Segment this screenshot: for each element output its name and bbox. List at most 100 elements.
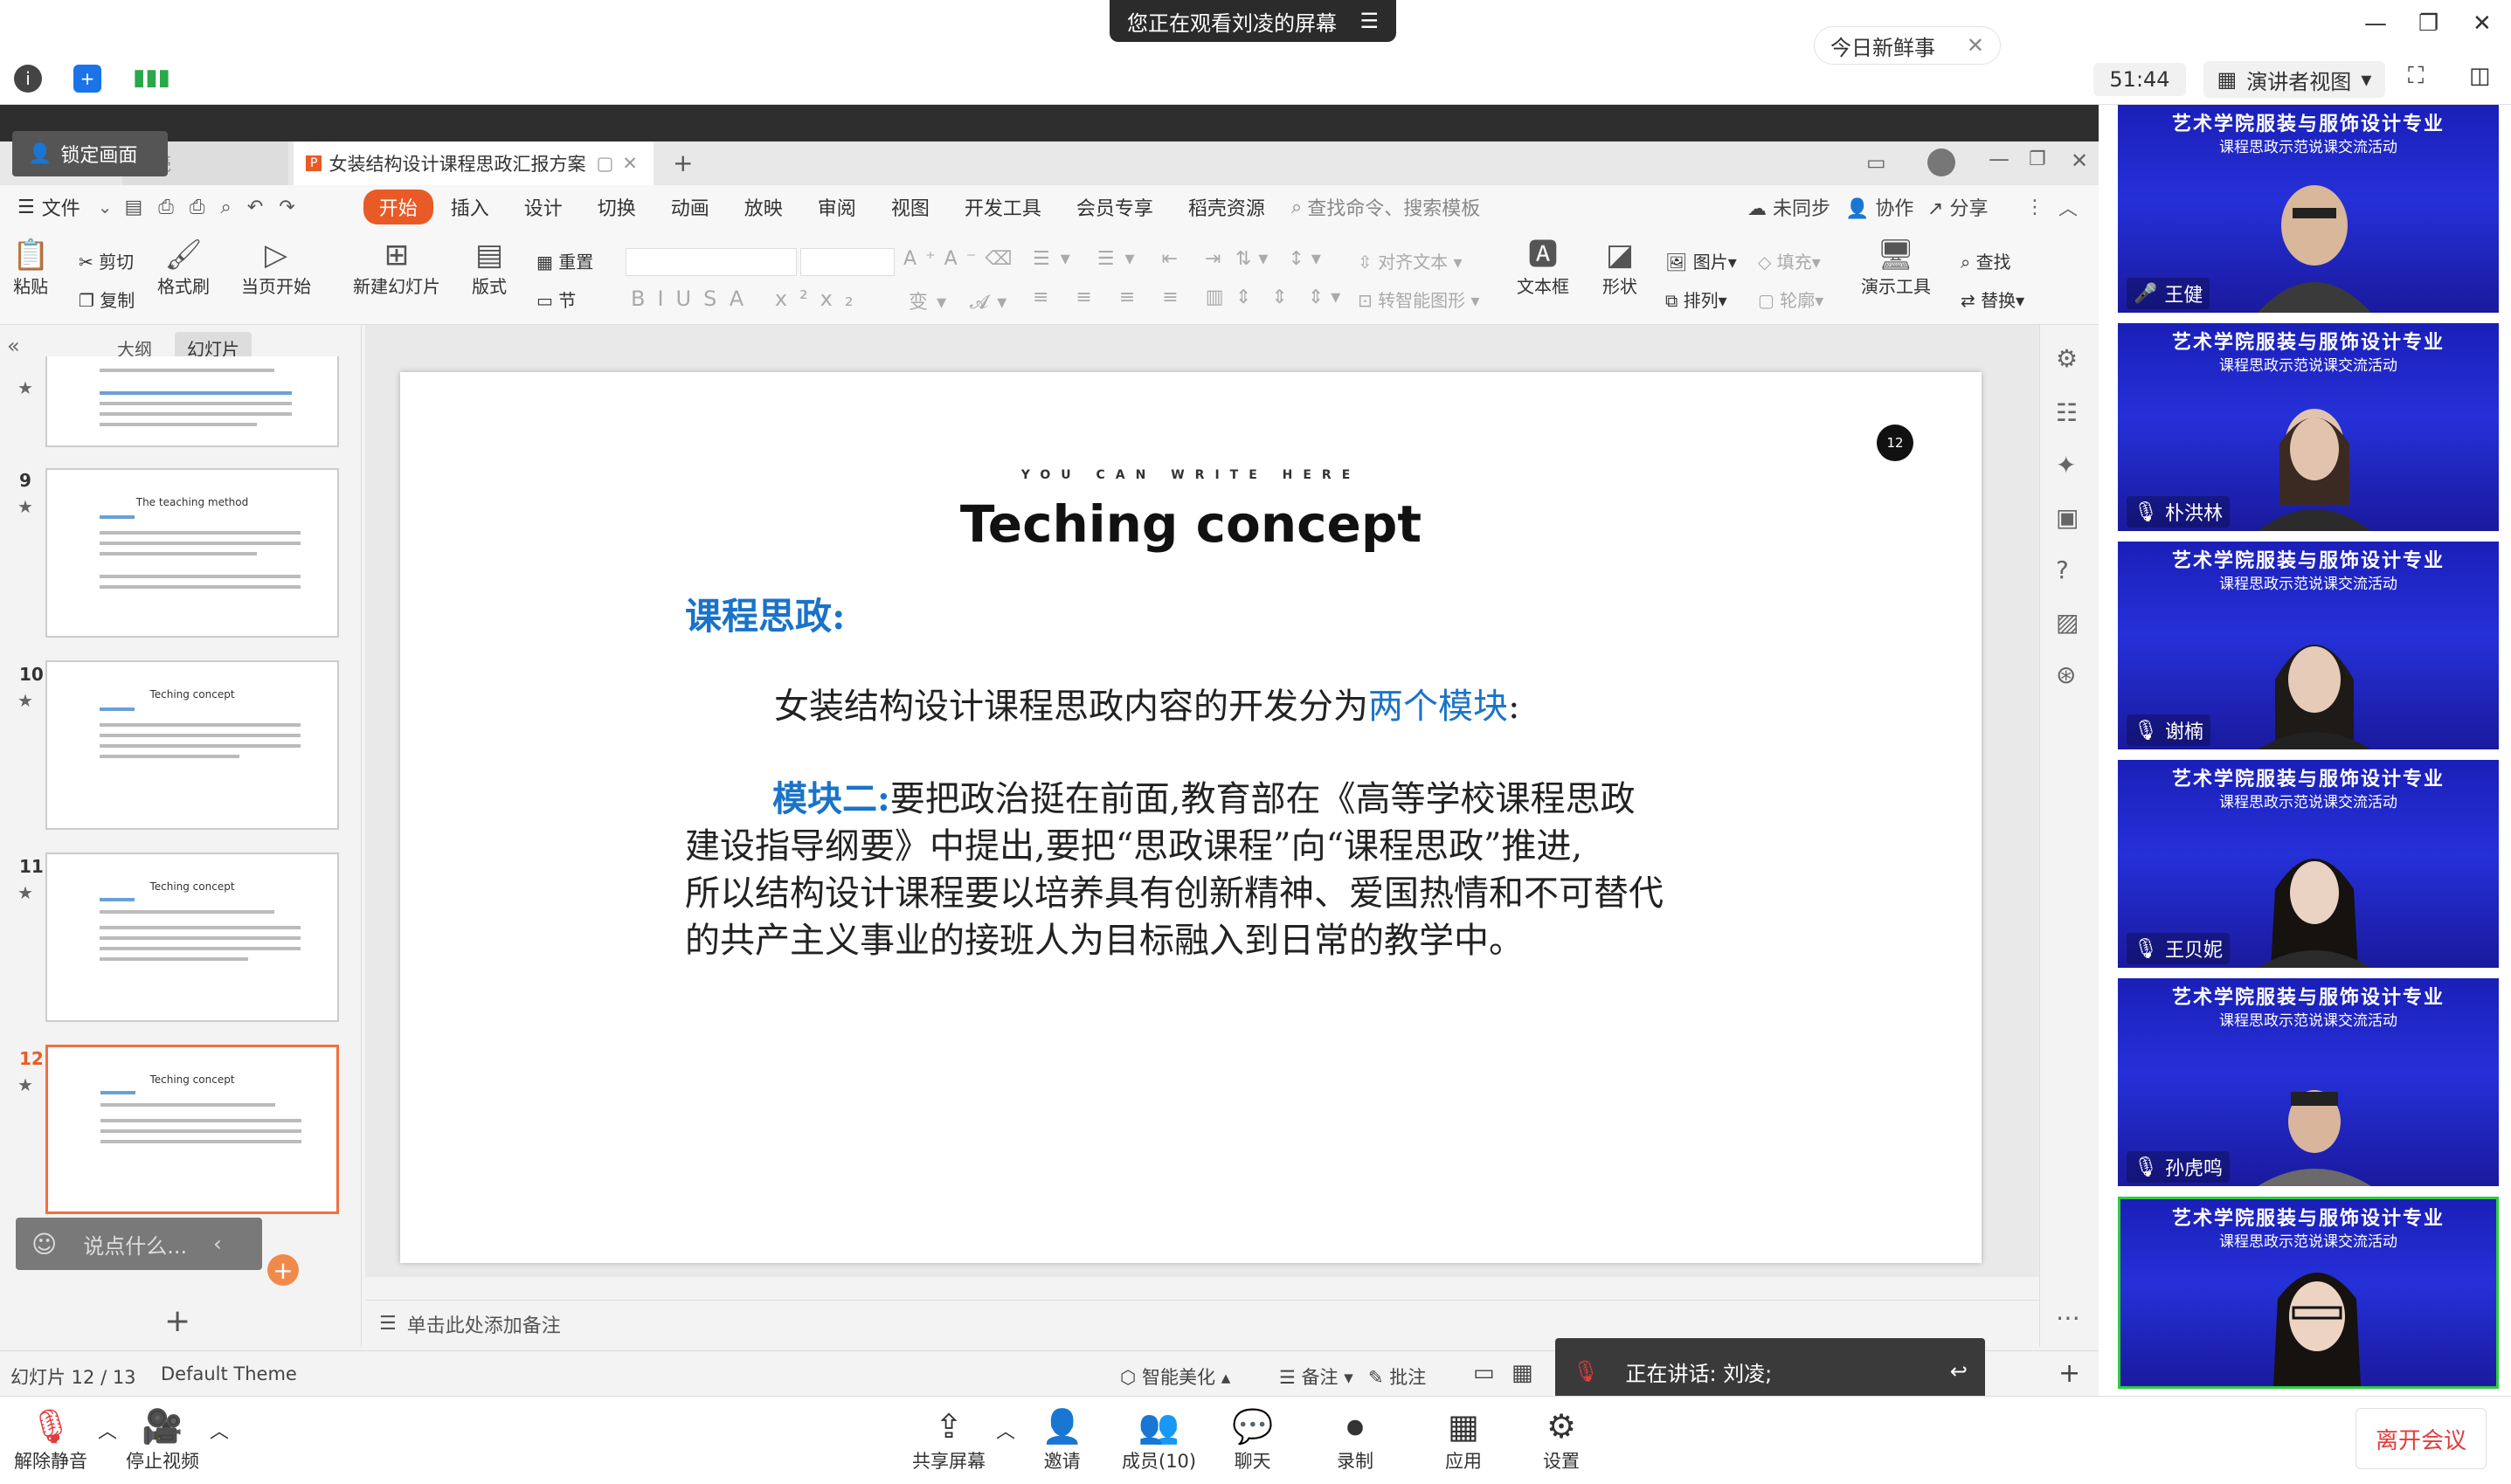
command-search[interactable]: 查找命令、搜索模板 bbox=[1307, 193, 1480, 221]
menu-docer[interactable]: 稻壳资源 bbox=[1171, 193, 1283, 221]
normal-view-icon[interactable]: ▭ bbox=[1473, 1360, 1495, 1386]
chat-button[interactable]: 💬 聊天 bbox=[1232, 1405, 1273, 1474]
participant-tile[interactable]: 艺术学院服装与服饰设计专业 课程思政示范说课交流活动 🎙 王贝妮 bbox=[2118, 760, 2499, 968]
watching-banner[interactable]: 您正在观看刘凌的屏幕 ☰ bbox=[1110, 0, 1396, 42]
share-screen-button[interactable]: ⇪ 共享屏幕 bbox=[912, 1405, 986, 1474]
chevron-up-icon[interactable]: ︿ bbox=[210, 1416, 229, 1444]
replace-button[interactable]: ⇄ 替换▾ bbox=[1961, 286, 2024, 312]
smart-beautify-button[interactable]: ⬡ 智能美化 ▴ bbox=[1120, 1363, 1230, 1390]
add-slide-float-button[interactable]: + bbox=[267, 1254, 299, 1286]
participant-tile-speaking[interactable]: 艺术学院服装与服饰设计专业 课程思政示范说课交流活动 bbox=[2118, 1197, 2499, 1389]
chevron-up-icon[interactable]: ︿ bbox=[996, 1416, 1015, 1444]
record-button[interactable]: ⏺ 录制 bbox=[1337, 1405, 1373, 1474]
location-icon[interactable]: ⊛ bbox=[2056, 660, 2076, 689]
invite-button[interactable]: 👤 邀请 bbox=[1041, 1405, 1083, 1474]
text-effect-tools[interactable]: 变▾ 𝓐▾ bbox=[909, 286, 1015, 314]
pin-icon[interactable]: ▢ bbox=[596, 153, 613, 174]
text-direction-tools[interactable]: ⇅▾ ↕▾ bbox=[1235, 248, 1328, 270]
chevron-left-icon[interactable]: ‹ bbox=[213, 1232, 222, 1256]
find-button[interactable]: ⌕ 查找 bbox=[1961, 248, 2011, 273]
present-tools-button[interactable]: 🖥 演示工具 bbox=[1861, 238, 1931, 298]
chevron-up-icon[interactable]: ︿ bbox=[98, 1416, 117, 1444]
menu-insert[interactable]: 插入 bbox=[433, 193, 507, 221]
chat-quick-input[interactable]: ☺ 说点什么... ‹ bbox=[16, 1218, 262, 1270]
chevron-down-icon[interactable]: ⌄ bbox=[98, 197, 113, 217]
settings-button[interactable]: ⚙ 设置 bbox=[1543, 1405, 1580, 1474]
section-button[interactable]: ▭ 节 bbox=[536, 286, 576, 312]
share-button[interactable]: ↗ 分享 bbox=[1927, 193, 1988, 221]
avatar[interactable] bbox=[1927, 148, 1955, 176]
restore-icon[interactable]: ❐ bbox=[2029, 148, 2046, 170]
menu-icon[interactable]: ☰ bbox=[1359, 9, 1379, 33]
window-mode-icon[interactable]: ▭ bbox=[1866, 150, 1886, 175]
menu-home[interactable]: 开始 bbox=[363, 190, 433, 224]
adjust-icon[interactable]: ☷ bbox=[2056, 398, 2078, 427]
lock-screen-button[interactable]: 👤 锁定画面 bbox=[12, 131, 168, 176]
paste-button[interactable]: 📋 粘贴 bbox=[12, 238, 49, 298]
participant-tile[interactable]: 艺术学院服装与服饰设计专业 课程思政示范说课交流活动 🎙 朴洪林 bbox=[2118, 323, 2499, 531]
menu-view[interactable]: 视图 bbox=[874, 193, 947, 221]
transition-icon[interactable]: ▣ bbox=[2056, 503, 2079, 532]
smart-graphic-button[interactable]: ⊡ 转智能图形 ▾ bbox=[1358, 286, 1480, 312]
font-name-select[interactable] bbox=[626, 248, 797, 276]
news-badge[interactable]: 今日新鲜事 ✕ bbox=[1814, 26, 2001, 65]
emoji-icon[interactable]: ☺ bbox=[31, 1230, 57, 1259]
cut-button[interactable]: ✂ 剪切 bbox=[79, 248, 134, 273]
tab-document[interactable]: P 女装结构设计课程思政汇报方案 ▢ ✕ bbox=[294, 141, 654, 185]
arrange-button[interactable]: ⧉ 排列▾ bbox=[1665, 286, 1727, 312]
apps-button[interactable]: ▦ 应用 bbox=[1445, 1405, 1482, 1474]
signal-icon[interactable]: ▮▮▮ bbox=[133, 65, 170, 93]
participant-tile[interactable]: 艺术学院服装与服饰设计专业 课程思政示范说课交流活动 🎙 孙虎鸣 bbox=[2118, 978, 2499, 1186]
close-icon[interactable]: ✕ bbox=[2473, 10, 2492, 37]
slide-thumb-12[interactable]: Teching concept bbox=[45, 1045, 339, 1214]
format-painter-button[interactable]: 🖌 格式刷 bbox=[157, 238, 210, 298]
slide-thumb-9[interactable]: The teaching method bbox=[45, 468, 339, 638]
notes-toggle[interactable]: ☰ 备注 ▾ bbox=[1279, 1363, 1353, 1390]
menu-developer[interactable]: 开发工具 bbox=[947, 193, 1059, 221]
align-text-button[interactable]: ⇳ 对齐文本 ▾ bbox=[1358, 248, 1463, 273]
layout-button[interactable]: ▤ 版式 bbox=[472, 238, 507, 298]
participant-tile[interactable]: 艺术学院服装与服饰设计专业 课程思政示范说课交流活动 🎙 谢楠 bbox=[2118, 542, 2499, 749]
collab-button[interactable]: 👤 协作 bbox=[1845, 193, 1913, 221]
close-icon[interactable]: ✕ bbox=[2071, 148, 2088, 173]
presenter-view-select[interactable]: ▦ 演讲者视图 ▾ bbox=[2203, 61, 2385, 98]
unmute-button[interactable]: 🎙 解除静音 bbox=[14, 1405, 87, 1474]
shield-icon[interactable]: + bbox=[73, 65, 101, 93]
close-icon[interactable]: ✕ bbox=[1967, 33, 1984, 58]
menu-transition[interactable]: 切换 bbox=[580, 193, 654, 221]
font-style-tools[interactable]: BIUSA x²x₂ bbox=[631, 286, 865, 311]
paragraph-align-tools[interactable]: ≡ ≡ ≡ ≡ ▥ bbox=[1033, 286, 1235, 308]
stop-video-button[interactable]: 🎥 停止视频 bbox=[126, 1405, 199, 1474]
fullscreen-icon[interactable]: ⛶ bbox=[2408, 63, 2424, 90]
reset-button[interactable]: ▦ 重置 bbox=[536, 248, 593, 273]
shape-button[interactable]: ◪ 形状 bbox=[1602, 238, 1637, 298]
leave-meeting-button[interactable]: 离开会议 bbox=[2355, 1408, 2487, 1469]
more-icon[interactable]: ⋯ bbox=[2056, 1303, 2080, 1332]
menu-animation[interactable]: 动画 bbox=[654, 193, 727, 221]
menu-file[interactable]: 文件 bbox=[35, 193, 98, 221]
minimize-icon[interactable]: — bbox=[1989, 147, 2009, 171]
restore-icon[interactable]: ❐ bbox=[2418, 10, 2438, 37]
minimize-icon[interactable]: — bbox=[2364, 10, 2387, 37]
font-size-tools[interactable]: A⁺A⁻⌫ bbox=[903, 248, 1020, 270]
members-button[interactable]: 👥 成员(10) bbox=[1122, 1405, 1196, 1474]
new-slide-button[interactable]: ⊞ 新建幻灯片 bbox=[353, 238, 440, 298]
from-current-button[interactable]: ▷ 当页开始 bbox=[241, 238, 311, 298]
slide-thumb-11[interactable]: Teching concept bbox=[45, 852, 339, 1022]
copy-button[interactable]: ❐ 复制 bbox=[79, 286, 135, 312]
slide-thumb-8[interactable] bbox=[45, 356, 339, 447]
collapse-ribbon-icon[interactable]: ︿ bbox=[2058, 193, 2078, 221]
slide-thumb-10[interactable]: Teching concept bbox=[45, 660, 339, 830]
menu-design[interactable]: 设计 bbox=[507, 193, 580, 221]
outline-button[interactable]: ▢ 轮廓▾ bbox=[1758, 286, 1823, 312]
animation-icon[interactable]: ✦ bbox=[2056, 451, 2076, 480]
participant-tile[interactable]: 艺术学院服装与服饰设计专业 课程思政示范说课交流活动 🎤 王健 bbox=[2118, 105, 2499, 313]
textbox-button[interactable]: 🅰 文本框 bbox=[1517, 238, 1569, 298]
picture-icon[interactable]: ▨ bbox=[2056, 608, 2079, 637]
collapse-pane-icon[interactable]: « bbox=[7, 334, 20, 358]
format-icon[interactable]: ⚙ bbox=[2056, 344, 2078, 373]
quick-access-icons[interactable]: ▤⎙⎙⌕↶↷ bbox=[125, 197, 311, 218]
info-icon[interactable]: i bbox=[14, 65, 42, 93]
zoom-in-icon[interactable]: + bbox=[2058, 1358, 2080, 1389]
font-size-select[interactable] bbox=[800, 248, 895, 276]
